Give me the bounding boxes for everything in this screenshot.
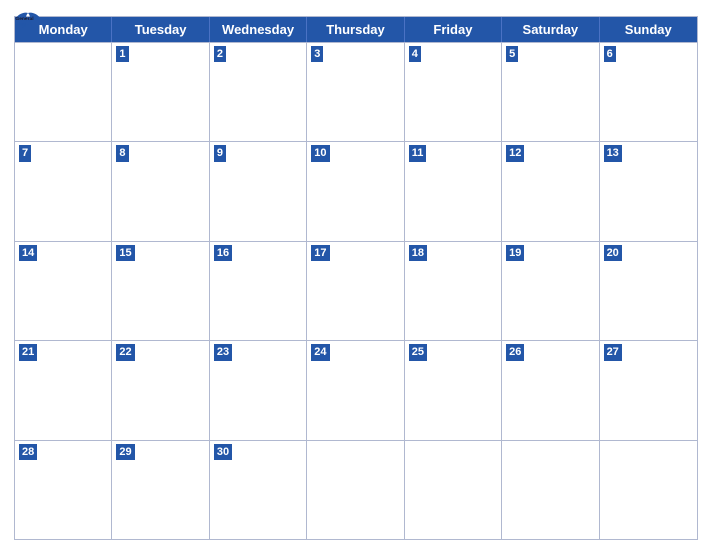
day-number: 15 bbox=[116, 245, 134, 261]
day-cell: 19 bbox=[502, 242, 599, 340]
day-number: 17 bbox=[311, 245, 329, 261]
calendar-page: General Blue MondayTuesdayWednesdayThurs… bbox=[0, 0, 712, 550]
day-number: 6 bbox=[604, 46, 616, 62]
day-cell: 16 bbox=[210, 242, 307, 340]
day-header-sunday: Sunday bbox=[600, 17, 697, 42]
day-number: 30 bbox=[214, 444, 232, 460]
day-cell bbox=[600, 441, 697, 539]
day-cell: 3 bbox=[307, 43, 404, 141]
week-row-3: 14 15 16 17 18 19 20 bbox=[15, 241, 697, 340]
day-cell: 9 bbox=[210, 142, 307, 240]
week-row-2: 7 8 9 10 11 12 13 bbox=[15, 141, 697, 240]
day-header-tuesday: Tuesday bbox=[112, 17, 209, 42]
day-cell: 14 bbox=[15, 242, 112, 340]
day-cell: 23 bbox=[210, 341, 307, 439]
day-number: 14 bbox=[19, 245, 37, 261]
logo-bird-icon: General Blue bbox=[14, 10, 42, 30]
day-number: 1 bbox=[116, 46, 128, 62]
day-header-wednesday: Wednesday bbox=[210, 17, 307, 42]
week-row-5: 28 29 30 bbox=[15, 440, 697, 539]
day-number: 22 bbox=[116, 344, 134, 360]
day-number: 20 bbox=[604, 245, 622, 261]
day-number: 21 bbox=[19, 344, 37, 360]
day-number: 10 bbox=[311, 145, 329, 161]
day-cell: 6 bbox=[600, 43, 697, 141]
day-number: 25 bbox=[409, 344, 427, 360]
day-cell: 27 bbox=[600, 341, 697, 439]
day-number: 19 bbox=[506, 245, 524, 261]
day-cell: 22 bbox=[112, 341, 209, 439]
day-cell bbox=[405, 441, 502, 539]
day-cell: 12 bbox=[502, 142, 599, 240]
day-number: 18 bbox=[409, 245, 427, 261]
week-row-4: 21 22 23 24 25 26 27 bbox=[15, 340, 697, 439]
day-cell: 7 bbox=[15, 142, 112, 240]
day-number: 29 bbox=[116, 444, 134, 460]
day-number: 3 bbox=[311, 46, 323, 62]
day-cell: 2 bbox=[210, 43, 307, 141]
day-cell: 10 bbox=[307, 142, 404, 240]
day-number: 24 bbox=[311, 344, 329, 360]
week-row-1: 1 2 3 4 5 6 bbox=[15, 42, 697, 141]
day-cell bbox=[15, 43, 112, 141]
day-number: 11 bbox=[409, 145, 427, 161]
day-number: 23 bbox=[214, 344, 232, 360]
day-number: 7 bbox=[19, 145, 31, 161]
day-cell: 13 bbox=[600, 142, 697, 240]
day-headers-row: MondayTuesdayWednesdayThursdayFridaySatu… bbox=[15, 17, 697, 42]
day-number: 5 bbox=[506, 46, 518, 62]
day-cell: 4 bbox=[405, 43, 502, 141]
day-cell bbox=[502, 441, 599, 539]
day-cell: 17 bbox=[307, 242, 404, 340]
day-header-saturday: Saturday bbox=[502, 17, 599, 42]
day-cell: 24 bbox=[307, 341, 404, 439]
day-cell: 8 bbox=[112, 142, 209, 240]
day-cell: 11 bbox=[405, 142, 502, 240]
day-cell: 26 bbox=[502, 341, 599, 439]
day-number: 16 bbox=[214, 245, 232, 261]
calendar-grid: MondayTuesdayWednesdayThursdayFridaySatu… bbox=[14, 16, 698, 540]
day-cell: 15 bbox=[112, 242, 209, 340]
logo: General Blue bbox=[14, 10, 42, 30]
svg-text:General: General bbox=[15, 16, 34, 22]
day-number: 12 bbox=[506, 145, 524, 161]
day-number: 2 bbox=[214, 46, 226, 62]
day-cell: 25 bbox=[405, 341, 502, 439]
day-cell bbox=[307, 441, 404, 539]
day-header-thursday: Thursday bbox=[307, 17, 404, 42]
day-number: 13 bbox=[604, 145, 622, 161]
day-number: 28 bbox=[19, 444, 37, 460]
day-cell: 30 bbox=[210, 441, 307, 539]
day-number: 26 bbox=[506, 344, 524, 360]
day-cell: 20 bbox=[600, 242, 697, 340]
day-number: 27 bbox=[604, 344, 622, 360]
day-cell: 1 bbox=[112, 43, 209, 141]
day-header-friday: Friday bbox=[405, 17, 502, 42]
day-number: 9 bbox=[214, 145, 226, 161]
weeks-container: 1234567891011121314151617181920212223242… bbox=[15, 42, 697, 539]
day-cell: 28 bbox=[15, 441, 112, 539]
day-number: 8 bbox=[116, 145, 128, 161]
day-number: 4 bbox=[409, 46, 421, 62]
day-cell: 18 bbox=[405, 242, 502, 340]
day-cell: 21 bbox=[15, 341, 112, 439]
svg-text:Blue: Blue bbox=[15, 22, 26, 28]
day-cell: 29 bbox=[112, 441, 209, 539]
day-cell: 5 bbox=[502, 43, 599, 141]
